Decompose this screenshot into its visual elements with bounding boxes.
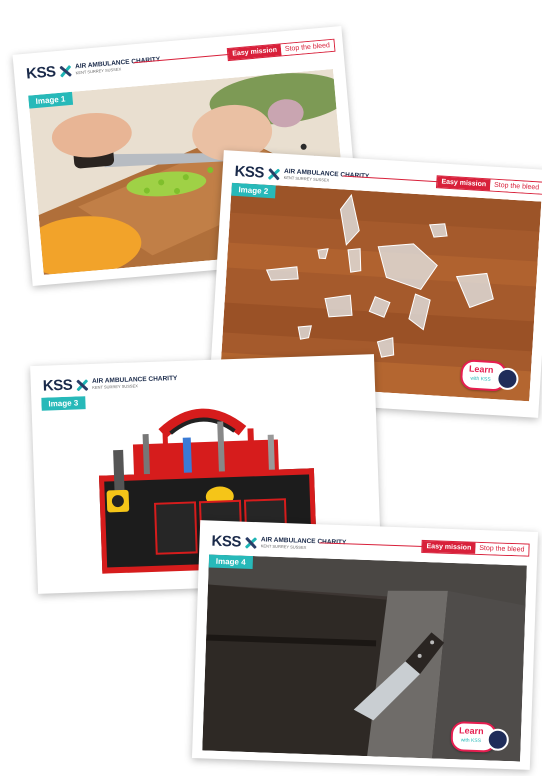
kss-cross-icon [266, 166, 281, 181]
kss-logo: KSS AIR AMBULANCE CHARITY KENT SURREY SUS… [25, 54, 162, 83]
logo-mark: KSS [211, 532, 242, 551]
kss-cross-icon [244, 535, 258, 549]
kss-cross-icon [58, 63, 73, 78]
image-tag: Image 3 [41, 396, 86, 411]
logo-mark: KSS [42, 376, 73, 395]
mission-label: Easy mission Stop the bleed [226, 38, 336, 62]
worksheet-card-4: KSS AIR AMBULANCE CHARITY KENT SURREY SUS… [191, 520, 539, 770]
learn-badge-icon: Learn with KSS [459, 359, 520, 392]
mission-label: Easy mission Stop the bleed [421, 539, 530, 557]
logo-subtext: KENT SURREY SUSSEX [92, 383, 138, 390]
logo-mark: KSS [234, 162, 265, 182]
image-tag: Image 2 [231, 182, 276, 199]
mission-label: Easy mission Stop the bleed [436, 175, 542, 195]
logo-mark: KSS [25, 63, 57, 83]
image-tag: Image 4 [208, 554, 253, 570]
kss-cross-icon [75, 378, 89, 392]
learn-badge-icon: Learn with KSS [450, 721, 510, 753]
kss-logo: KSS AIR AMBULANCE CHARITY KENT SURREY SUS… [42, 373, 178, 395]
photo-knife-counter: Image 4 Learn with KSS [202, 554, 527, 762]
